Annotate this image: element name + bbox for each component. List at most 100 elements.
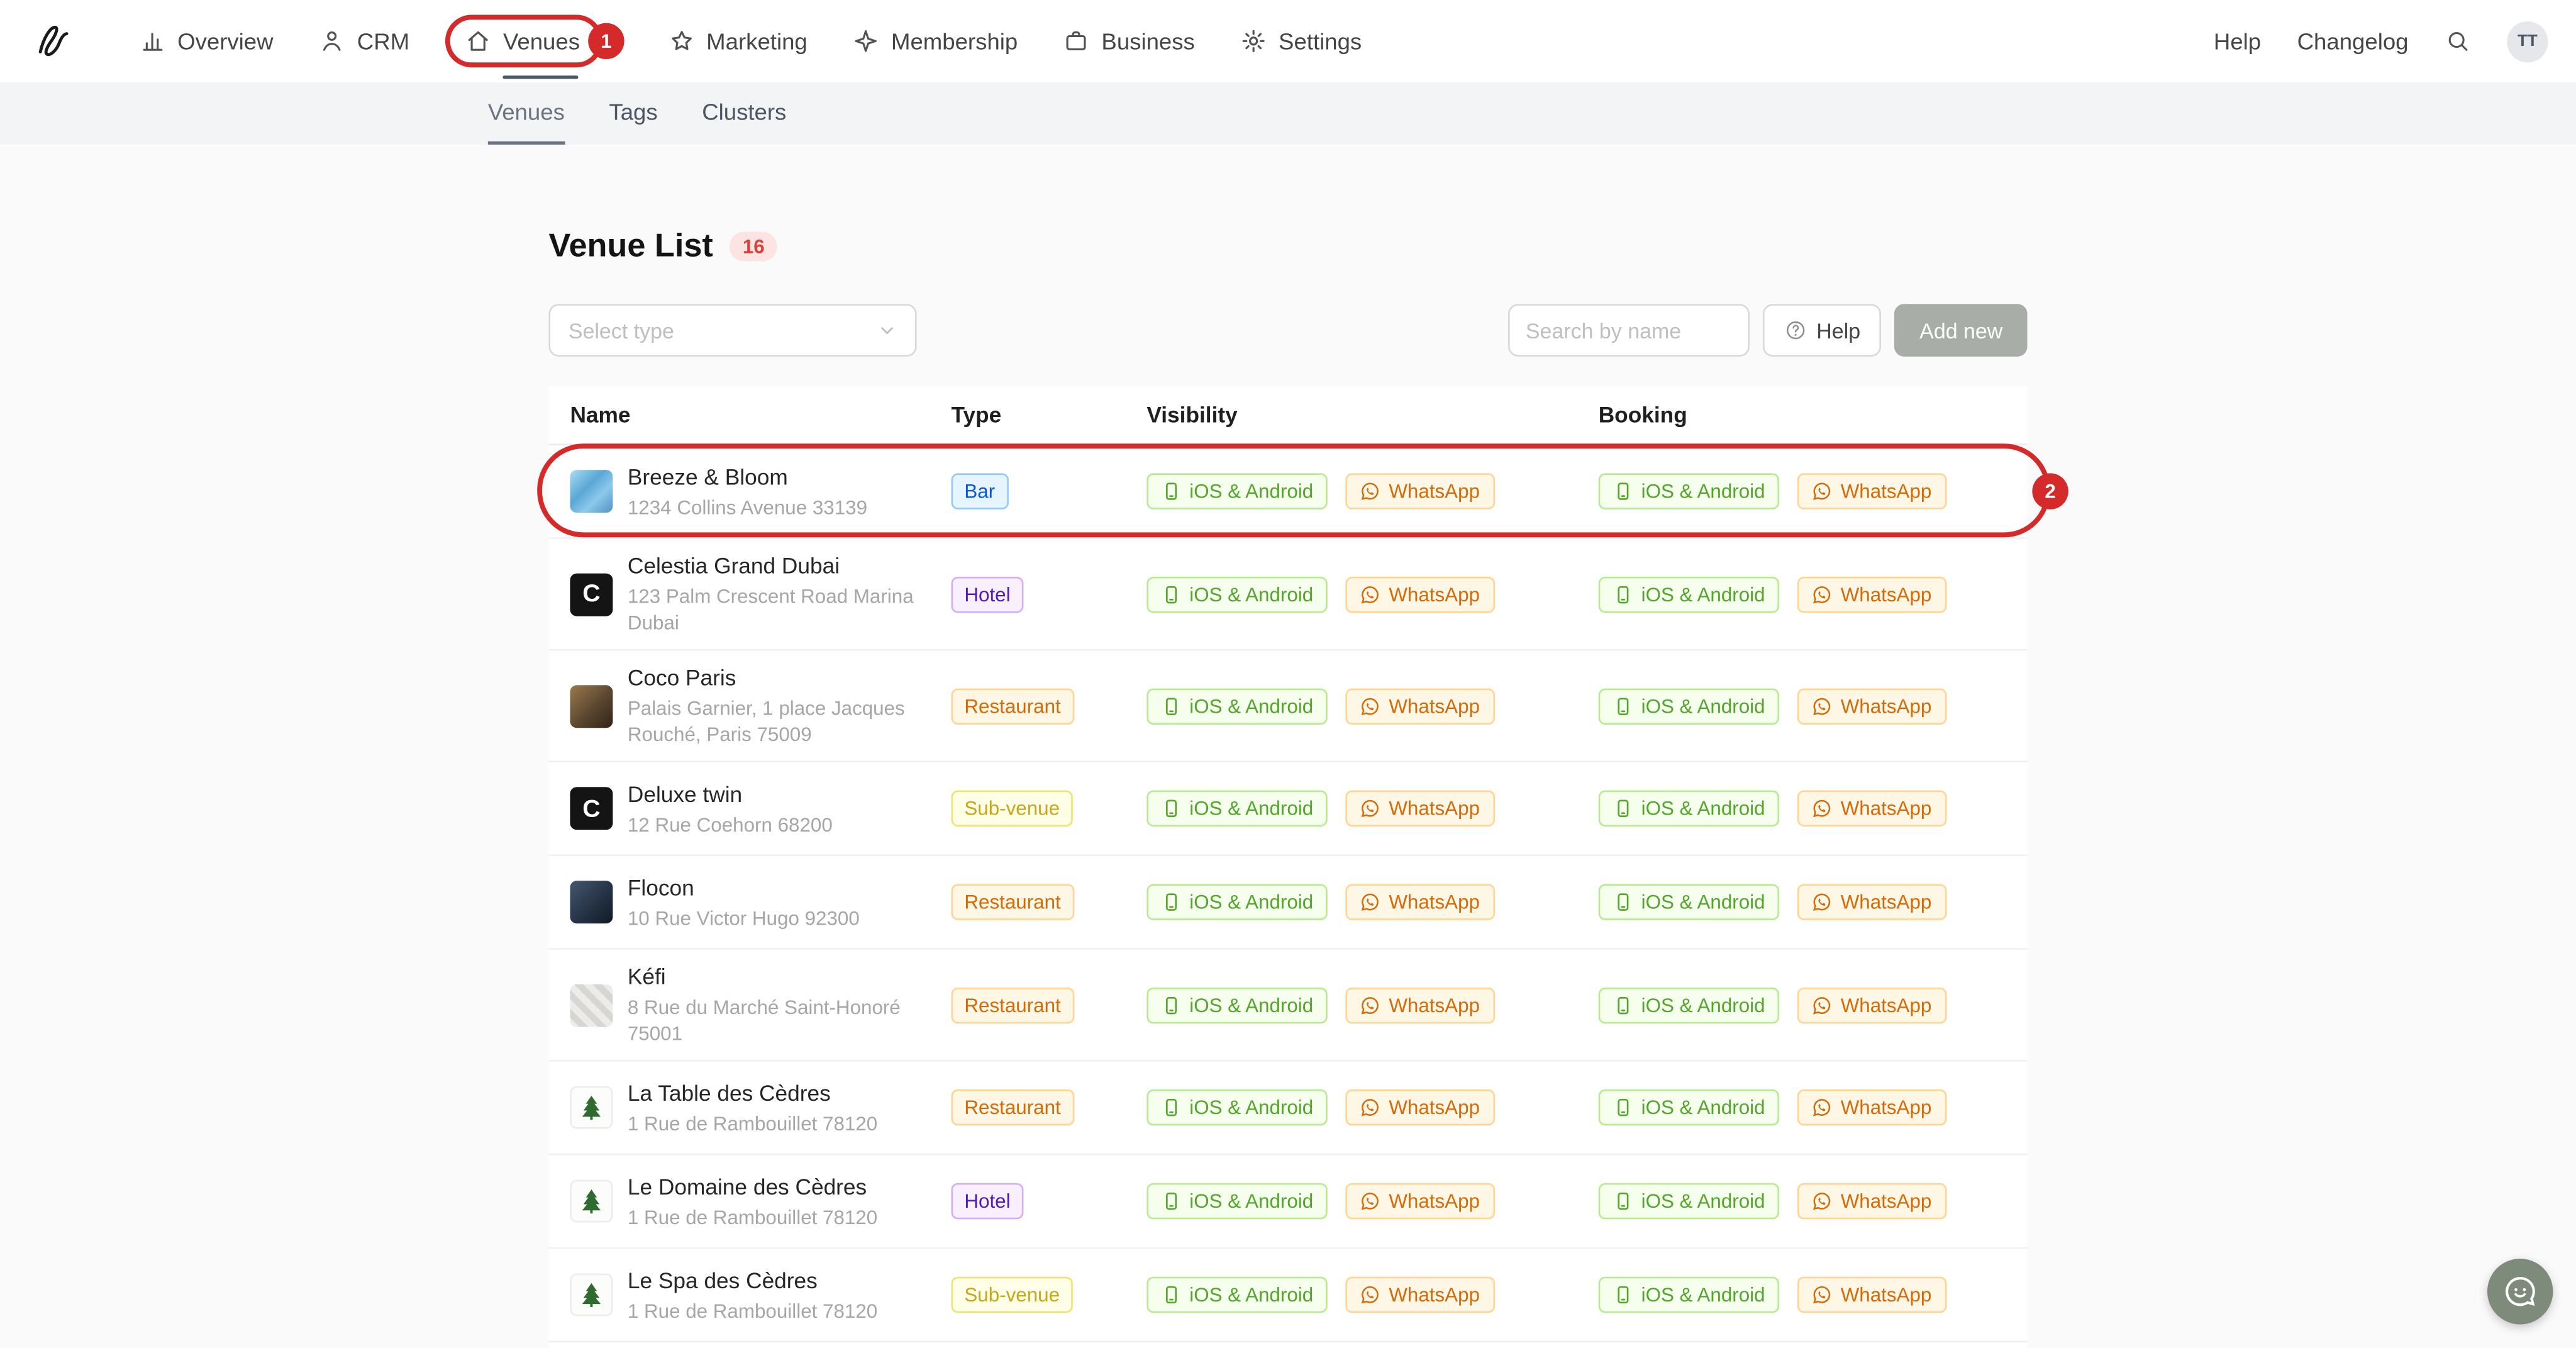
star-icon bbox=[669, 28, 695, 54]
mobile-phone-icon bbox=[1162, 584, 1181, 604]
visibility-whatsapp-badge: WhatsApp bbox=[1346, 987, 1494, 1023]
chart-icon bbox=[140, 28, 166, 54]
venue-type-cell: Hotel bbox=[951, 1183, 1146, 1219]
nav-item-label: Overview bbox=[177, 28, 273, 54]
mobile-phone-icon bbox=[1162, 799, 1181, 818]
venue-name: Kéfi bbox=[628, 963, 920, 993]
photo-thumbnail bbox=[570, 881, 613, 923]
venue-name-cell: C Celestia Grand Dubai 123 Palm Crescent… bbox=[548, 539, 951, 649]
booking-whatsapp-badge: WhatsApp bbox=[1798, 790, 1946, 826]
visibility-ios-android-badge: iOS & Android bbox=[1146, 884, 1328, 920]
mobile-phone-icon bbox=[1613, 696, 1633, 715]
subnav-tab-tags[interactable]: Tags bbox=[609, 82, 657, 145]
table-row[interactable]: Le Domaine des Cèdres 1 Rue de Rambouill… bbox=[548, 1155, 2027, 1249]
venue-address: 1 Rue de Rambouillet 78120 bbox=[628, 1297, 877, 1323]
whatsapp-icon bbox=[1361, 1191, 1380, 1211]
subnav-tab-venues[interactable]: Venues bbox=[488, 82, 565, 145]
booking-cell: iOS & Android WhatsApp bbox=[1599, 1089, 2028, 1125]
venue-count-badge: 16 bbox=[730, 231, 778, 261]
visibility-ios-android-badge: iOS & Android bbox=[1146, 790, 1328, 826]
mobile-phone-icon bbox=[1613, 584, 1633, 604]
mobile-phone-icon bbox=[1162, 995, 1181, 1015]
table-row[interactable]: Breeze & Bloom 1234 Collins Avenue 33139… bbox=[548, 445, 2027, 539]
letter-thumbnail: C bbox=[570, 572, 613, 615]
venue-type-cell: Hotel bbox=[951, 576, 1146, 612]
subnav: Venues Tags Clusters bbox=[0, 82, 2576, 145]
venue-type-cell: Sub-venue bbox=[951, 1277, 1146, 1313]
annotation-step2-badge: 2 bbox=[2032, 473, 2068, 509]
table-row[interactable]: La Table des Cèdres 1 Rue de Rambouillet… bbox=[548, 1062, 2027, 1156]
booking-cell: iOS & Android WhatsApp bbox=[1599, 576, 2028, 612]
visibility-cell: iOS & Android WhatsApp bbox=[1146, 987, 1598, 1023]
venue-type-cell: Bar bbox=[951, 473, 1146, 509]
booking-ios-android-badge: iOS & Android bbox=[1599, 1277, 1780, 1313]
booking-whatsapp-badge: WhatsApp bbox=[1798, 473, 1946, 509]
mobile-phone-icon bbox=[1613, 1191, 1633, 1211]
venue-address: 12 Rue Coehorn 68200 bbox=[628, 811, 833, 837]
venue-table-body: Breeze & Bloom 1234 Collins Avenue 33139… bbox=[548, 445, 2027, 1348]
table-row[interactable]: Noir Miel Bar iOS & Android WhatsApp iOS… bbox=[548, 1342, 2027, 1348]
search-input[interactable] bbox=[1507, 304, 1749, 357]
booking-whatsapp-badge: WhatsApp bbox=[1798, 1089, 1946, 1125]
booking-whatsapp-badge: WhatsApp bbox=[1798, 1277, 1946, 1313]
visibility-ios-android-badge: iOS & Android bbox=[1146, 576, 1328, 612]
booking-cell: iOS & Android WhatsApp bbox=[1599, 473, 2028, 509]
nav-item-overview[interactable]: Overview bbox=[140, 28, 274, 54]
booking-cell: iOS & Android WhatsApp bbox=[1599, 1183, 2028, 1219]
whatsapp-icon bbox=[1361, 1285, 1380, 1305]
venue-type-badge: Restaurant bbox=[951, 1089, 1074, 1125]
whatsapp-icon bbox=[1361, 696, 1380, 715]
visibility-whatsapp-badge: WhatsApp bbox=[1346, 1089, 1494, 1125]
search-icon[interactable] bbox=[2445, 28, 2471, 54]
annotation-step1-badge: 1 bbox=[588, 23, 624, 59]
table-row[interactable]: C Deluxe twin 12 Rue Coehorn 68200 Sub-v… bbox=[548, 762, 2027, 856]
venue-address: Palais Garnier, 1 place Jacques Rouché, … bbox=[628, 695, 920, 748]
nav-item-crm[interactable]: CRM bbox=[319, 28, 409, 54]
visibility-cell: iOS & Android WhatsApp bbox=[1146, 1089, 1598, 1125]
venue-type-badge: Sub-venue bbox=[951, 790, 1072, 826]
visibility-ios-android-badge: iOS & Android bbox=[1146, 987, 1328, 1023]
table-row[interactable]: Flocon 10 Rue Victor Hugo 92300 Restaura… bbox=[548, 856, 2027, 950]
table-row[interactable]: Kéfi 8 Rue du Marché Saint-Honoré 75001 … bbox=[548, 950, 2027, 1062]
venue-type-cell: Restaurant bbox=[951, 688, 1146, 723]
booking-cell: iOS & Android WhatsApp bbox=[1599, 688, 2028, 723]
visibility-whatsapp-badge: WhatsApp bbox=[1346, 1183, 1494, 1219]
changelog-link[interactable]: Changelog bbox=[2297, 28, 2409, 54]
type-filter-select[interactable]: Select type bbox=[548, 304, 916, 357]
letter-thumbnail: C bbox=[570, 787, 613, 830]
cedar-tree-thumbnail bbox=[570, 1273, 613, 1316]
venue-name-cell: C Deluxe twin 12 Rue Coehorn 68200 bbox=[548, 767, 951, 850]
user-avatar[interactable]: TT bbox=[2507, 21, 2548, 62]
venue-name: Coco Paris bbox=[628, 664, 920, 693]
visibility-ios-android-badge: iOS & Android bbox=[1146, 688, 1328, 723]
table-row[interactable]: Le Spa des Cèdres 1 Rue de Rambouillet 7… bbox=[548, 1249, 2027, 1342]
cedar-tree-thumbnail bbox=[570, 1180, 613, 1223]
venue-name: Flocon bbox=[628, 873, 860, 903]
nav-item-business[interactable]: Business bbox=[1063, 28, 1194, 54]
venue-type-badge: Restaurant bbox=[951, 987, 1074, 1023]
nav-item-settings[interactable]: Settings bbox=[1241, 28, 1362, 54]
visibility-whatsapp-badge: WhatsApp bbox=[1346, 1277, 1494, 1313]
booking-ios-android-badge: iOS & Android bbox=[1599, 473, 1780, 509]
nav-item-membership[interactable]: Membership bbox=[853, 28, 1018, 54]
nav-item-venues[interactable]: Venues 1 bbox=[465, 28, 580, 54]
briefcase-icon bbox=[1063, 28, 1090, 54]
app-logo[interactable] bbox=[28, 15, 80, 68]
column-header-booking: Booking bbox=[1599, 403, 2028, 427]
booking-ios-android-badge: iOS & Android bbox=[1599, 1183, 1780, 1219]
help-button[interactable]: Help bbox=[1762, 304, 1882, 357]
table-row[interactable]: Coco Paris Palais Garnier, 1 place Jacqu… bbox=[548, 650, 2027, 762]
main-content: Venue List 16 Select type Help Add new bbox=[548, 230, 2027, 1348]
subnav-tab-clusters[interactable]: Clusters bbox=[702, 82, 786, 145]
table-row[interactable]: C Celestia Grand Dubai 123 Palm Crescent… bbox=[548, 539, 2027, 651]
active-nav-underline bbox=[503, 75, 579, 79]
visibility-cell: iOS & Android WhatsApp bbox=[1146, 473, 1598, 509]
chat-fab-button[interactable] bbox=[2487, 1259, 2553, 1324]
help-link[interactable]: Help bbox=[2214, 28, 2261, 54]
chevron-down-icon bbox=[877, 320, 897, 340]
nav-item-marketing[interactable]: Marketing bbox=[669, 28, 808, 54]
toolbar: Select type Help Add new bbox=[548, 304, 2027, 357]
venue-name-cell: Coco Paris Palais Garnier, 1 place Jacqu… bbox=[548, 650, 951, 760]
add-new-button[interactable]: Add new bbox=[1895, 304, 2028, 357]
venue-name-cell: Breeze & Bloom 1234 Collins Avenue 33139 bbox=[548, 449, 951, 533]
